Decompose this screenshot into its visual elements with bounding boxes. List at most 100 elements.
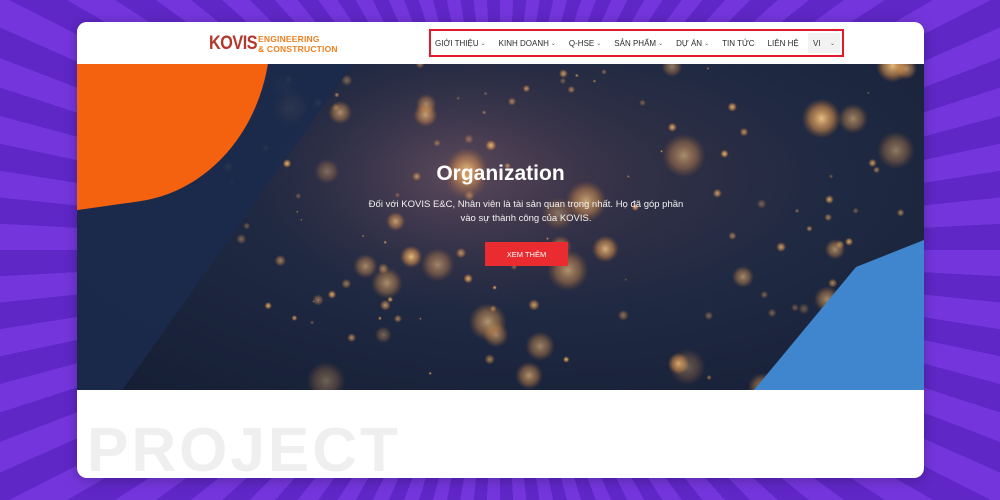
spark-particle (507, 97, 517, 106)
hero-title: Organization (436, 162, 565, 185)
spark-particle (791, 303, 799, 312)
logo-mark: KOVIS (209, 33, 258, 54)
nav-item-label: SẢN PHẨM (614, 38, 657, 48)
spark-particle (264, 301, 272, 310)
spark-particle (739, 127, 749, 137)
spark-particle (327, 290, 337, 299)
spark-particle (835, 239, 845, 250)
spark-particle (291, 315, 298, 321)
site-logo[interactable]: KOVIS ENGINEERING & CONSTRUCTION (209, 32, 338, 56)
spark-particle (837, 103, 869, 134)
nav-item-label: KINH DOANH (498, 38, 549, 48)
spark-particle (592, 79, 597, 83)
spark-particle (341, 278, 352, 289)
spark-particle (559, 77, 567, 85)
nav-item-gioi-thieu[interactable]: GIỚI THIỆU ⌄ (435, 39, 486, 48)
chevron-down-icon: ⌄ (704, 40, 710, 47)
spark-particle (567, 85, 576, 94)
spark-particle (295, 210, 299, 214)
spark-particle (525, 331, 555, 362)
spark-particle (528, 299, 540, 311)
spark-particle (485, 139, 497, 151)
spark-particle (546, 237, 549, 241)
spark-particle (394, 192, 401, 198)
site-header: KOVIS ENGINEERING & CONSTRUCTION GIỚI TH… (77, 22, 924, 64)
spark-particle (712, 188, 722, 198)
spark-particle (481, 110, 487, 115)
chevron-down-icon: ⌄ (550, 40, 556, 47)
logo-text: ENGINEERING & CONSTRUCTION (258, 34, 338, 54)
nav-item-label: Q-HSE (568, 38, 595, 48)
spark-particle (334, 92, 340, 98)
spark-particle (852, 207, 859, 214)
nav-item-q-hse[interactable]: Q-HSE ⌄ (569, 39, 601, 48)
spark-particle (377, 263, 389, 275)
spark-particle (312, 294, 324, 306)
spark-particle (274, 254, 287, 267)
spark-particle (328, 100, 352, 125)
nav-item-san-pham[interactable]: SẢN PHẨM ⌄ (614, 39, 663, 48)
spark-particle (393, 314, 402, 323)
website-card: KOVIS ENGINEERING & CONSTRUCTION GIỚI TH… (77, 22, 924, 478)
spark-particle (483, 91, 488, 96)
spark-particle (492, 285, 497, 290)
spark-particle (574, 73, 579, 78)
spark-particle (806, 225, 813, 232)
spark-particle (866, 91, 870, 95)
spark-particle (558, 69, 568, 79)
spark-particle (727, 102, 738, 112)
spark-particle (515, 361, 543, 390)
spark-particle (824, 213, 833, 222)
nav-item-label: DỰ ÁN (676, 38, 703, 48)
spark-particle (828, 278, 838, 288)
chevron-down-icon: ⌄ (596, 40, 602, 47)
spark-particle (728, 231, 737, 240)
nav-item-kinh-doanh[interactable]: KINH DOANH ⌄ (499, 39, 556, 48)
spark-particle (236, 233, 247, 245)
spark-particle (377, 316, 382, 321)
spark-particle (661, 64, 683, 78)
spark-particle (720, 149, 729, 158)
spark-particle (463, 134, 474, 145)
spark-particle (455, 247, 467, 259)
spark-particle (400, 245, 423, 268)
spark-particle (243, 222, 251, 230)
nav-item-du-an[interactable]: DỰ ÁN ⌄ (676, 39, 709, 48)
spark-particle (767, 308, 777, 318)
nav-item-tin-tuc[interactable]: TIN TỨC (722, 39, 754, 48)
chevron-down-icon: ⌄ (658, 40, 664, 47)
spark-particle (731, 265, 755, 288)
section-watermark-title: PROJECT (87, 420, 401, 478)
spark-particle (617, 309, 629, 321)
hero-banner: Organization Đối với KOVIS E&C, Nhân viê… (77, 64, 924, 390)
spark-particle (522, 84, 531, 93)
spark-particle (468, 302, 507, 341)
spark-particle (896, 208, 905, 217)
logo-line-2: & CONSTRUCTION (258, 44, 338, 54)
spark-particle (387, 296, 394, 303)
spark-particle (706, 374, 712, 381)
spark-particle (309, 320, 315, 325)
spark-particle (347, 333, 357, 343)
read-more-button[interactable]: XEM THÊM (485, 242, 568, 266)
spark-particle (668, 348, 706, 386)
spark-particle (428, 371, 432, 375)
nav-item-lien-he[interactable]: LIÊN HỆ (768, 39, 799, 48)
spark-particle (300, 218, 303, 221)
spark-particle (433, 139, 441, 147)
spark-particle (601, 69, 607, 75)
spark-particle (776, 242, 787, 252)
spark-particle (420, 247, 455, 282)
spark-particle (383, 240, 388, 245)
spark-particle (875, 64, 910, 83)
spark-particle (756, 199, 767, 209)
spark-particle (667, 122, 677, 132)
spark-particle (362, 234, 365, 238)
language-selector[interactable]: VI ⌄ (808, 33, 840, 53)
spark-particle (456, 96, 461, 101)
spark-particle (562, 356, 570, 363)
nav-item-label: TIN TỨC (722, 38, 755, 48)
spark-particle (798, 303, 810, 315)
spark-particle (374, 326, 392, 344)
spark-particle (413, 102, 438, 128)
